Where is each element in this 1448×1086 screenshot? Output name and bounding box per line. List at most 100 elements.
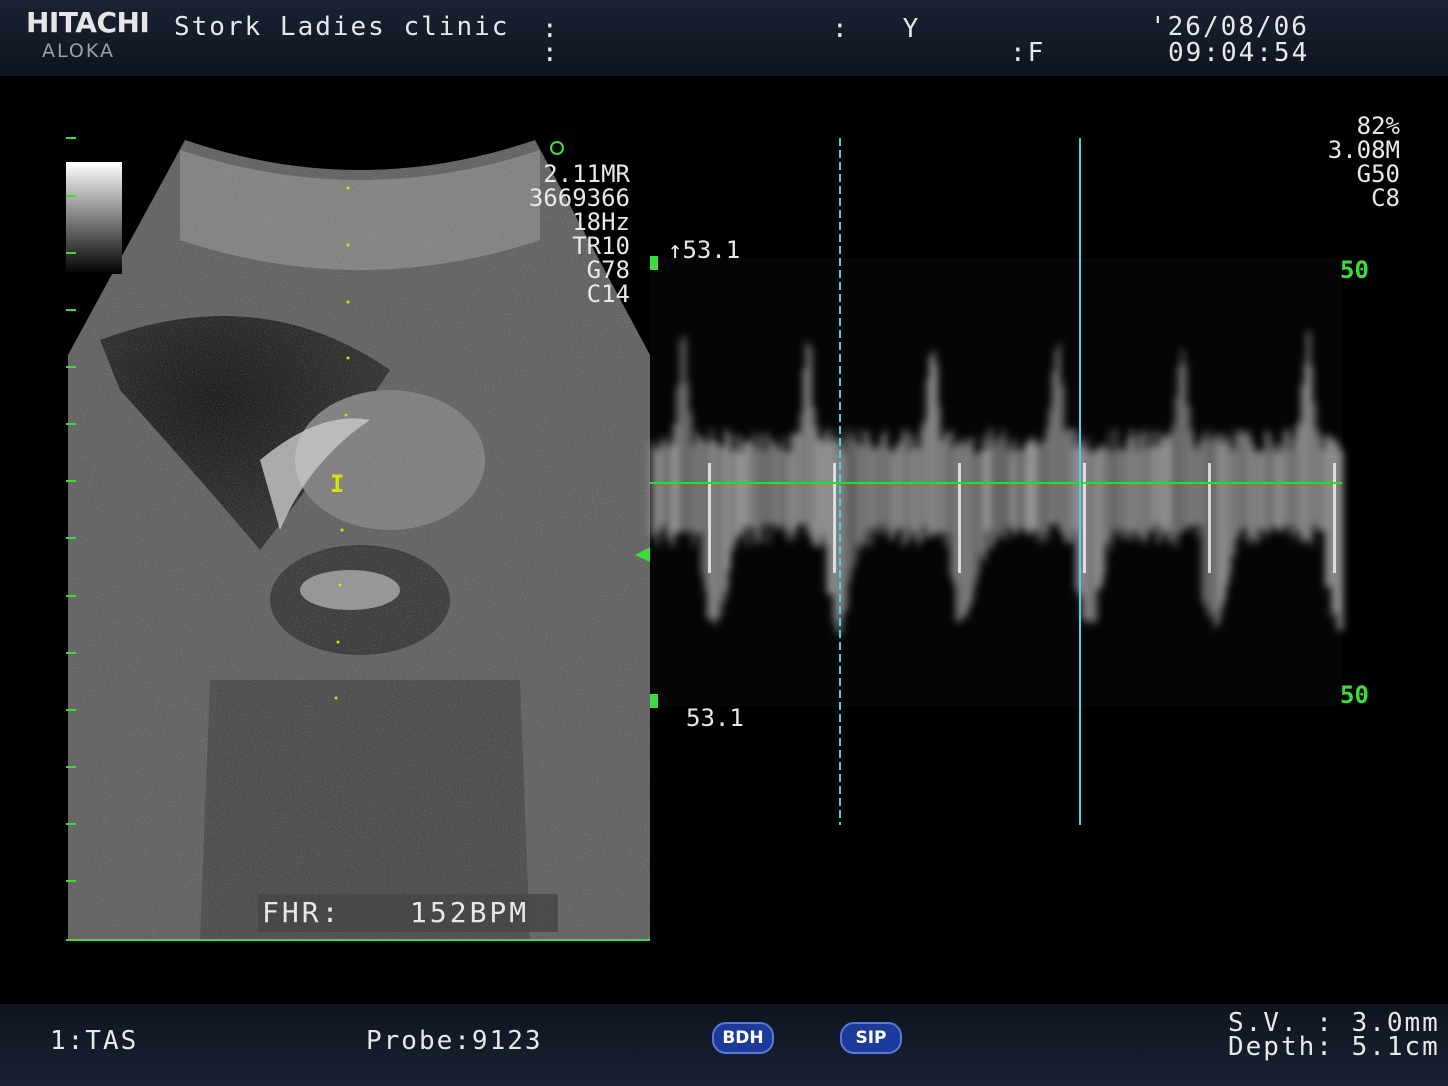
- sip-button[interactable]: SIP: [840, 1022, 902, 1054]
- spectrum-column: [1067, 430, 1070, 543]
- spectrum-column: [863, 430, 866, 543]
- spectrum-column: [824, 433, 827, 546]
- velocity-top-label: ↑53.1: [668, 236, 740, 264]
- spectrum-column: [884, 430, 887, 526]
- spectrum-column: [971, 436, 974, 601]
- spectrum-column: [1091, 450, 1094, 622]
- spectrum-column: [1064, 431, 1067, 543]
- spectrum-column: [1310, 366, 1313, 547]
- spectrum-column: [752, 430, 755, 530]
- spectrum-column: [722, 446, 725, 603]
- probe-label: Probe:9123: [366, 1026, 543, 1056]
- spectrum-column: [914, 446, 917, 532]
- spectrum-column: [1274, 443, 1277, 530]
- spectrum-column: [968, 438, 971, 608]
- spectrum-column: [923, 420, 926, 527]
- spectrum-column: [1055, 349, 1058, 524]
- spectrum-column: [1220, 444, 1223, 610]
- bdh-button[interactable]: BDH: [712, 1022, 774, 1054]
- spectrum-column: [662, 436, 665, 525]
- spectrum-column: [734, 447, 737, 545]
- spectrum-column: [1031, 436, 1034, 532]
- spectrum-column: [1172, 424, 1175, 538]
- spectrum-column: [812, 407, 815, 546]
- doppler-spectrum[interactable]: 50 50 ↑53.1 53.1: [640, 130, 1400, 830]
- bmode-param: C14: [587, 280, 630, 308]
- spectrum-column: [1049, 408, 1052, 526]
- spectrum-column: [746, 441, 749, 546]
- spectrum-column: [1214, 437, 1217, 629]
- spectrum-column: [917, 448, 920, 547]
- doppler-gate-marker[interactable]: I: [330, 470, 344, 498]
- spectrum-column: [1289, 451, 1292, 534]
- spectrum-column: [803, 369, 806, 524]
- spectrum-column: [1163, 435, 1166, 537]
- patient-field-f: :F: [1010, 38, 1046, 68]
- scale-top-label: 50: [1340, 256, 1369, 284]
- grayscale-bar: [66, 162, 122, 274]
- spectrum-column: [875, 446, 878, 534]
- spectrum-column: [926, 379, 929, 539]
- spectrum-column: [719, 447, 722, 617]
- spectrum-column: [1256, 449, 1259, 544]
- spectrum-column: [1145, 448, 1148, 540]
- spectrum-column: [758, 436, 761, 545]
- spectrum-column: [1328, 435, 1331, 587]
- spectrum-column: [998, 437, 1001, 533]
- spectrum-column: [1232, 450, 1235, 556]
- spectrum-column: [932, 351, 935, 533]
- spectrum-column: [1076, 430, 1079, 591]
- doppler-param: C8: [1371, 184, 1400, 212]
- spectrum-column: [1133, 436, 1136, 541]
- spectrum-column: [1280, 444, 1283, 534]
- spectrum-column: [1061, 384, 1064, 535]
- spectrum-column: [761, 432, 764, 528]
- spectrum-column: [815, 426, 818, 546]
- spectrum-column: [1301, 384, 1304, 543]
- spectrum-column: [1010, 451, 1013, 530]
- spectrum-column: [929, 356, 932, 537]
- spectrum-column: [911, 434, 914, 538]
- spectrum-column: [1166, 438, 1169, 531]
- spectrum-column: [1070, 428, 1073, 543]
- spectrum-column: [962, 441, 965, 617]
- spectrum-column: [1175, 396, 1178, 548]
- spectrum-column: [1202, 431, 1205, 602]
- spectrum-column: [692, 445, 695, 547]
- spectrum-column: [656, 451, 659, 545]
- spectrum-column: [1217, 433, 1220, 624]
- spectrum-column: [794, 432, 797, 539]
- spectrum-column: [887, 447, 890, 533]
- spectrum-column: [845, 428, 848, 610]
- spectrum-column: [857, 443, 860, 545]
- spectrum-column: [980, 450, 983, 554]
- spectrum-peak: [1208, 463, 1211, 573]
- spectrum-column: [1037, 446, 1040, 539]
- spectrum-column: [1040, 441, 1043, 545]
- spectrum-column: [1007, 446, 1010, 527]
- spectrum-column: [1004, 435, 1007, 541]
- spectrum-column: [683, 335, 686, 535]
- spectrum-column: [1094, 452, 1097, 623]
- spectrum-column: [1241, 430, 1244, 528]
- spectrum-column: [1325, 435, 1328, 588]
- spectrum-column: [1016, 450, 1019, 532]
- spectrum-column: [830, 441, 833, 595]
- spectrum-column: [1316, 429, 1319, 532]
- bmode-image[interactable]: I 2.11MR 3669366 18Hz TR10 G78 C14: [60, 130, 660, 945]
- spectrum-column: [1226, 443, 1229, 585]
- spectrum-column: [782, 437, 785, 526]
- spectrum-column: [728, 434, 731, 570]
- doppler-param: 82%: [1356, 112, 1400, 140]
- spectrum-column: [842, 451, 845, 615]
- spectrum-column: [821, 442, 824, 536]
- sub-brand-logo: ALOKA: [42, 40, 115, 62]
- velocity-bottom-label: 53.1: [686, 704, 744, 732]
- spectrum-column: [986, 448, 989, 531]
- spectrum-column: [1244, 433, 1247, 528]
- doppler-params-block: 82% 3.08M G50 C8: [1328, 114, 1400, 210]
- spectrum-column: [1223, 434, 1226, 601]
- spectrum-column: [1100, 446, 1103, 587]
- spectrum-column: [989, 428, 992, 549]
- spectrum-column: [1271, 449, 1274, 526]
